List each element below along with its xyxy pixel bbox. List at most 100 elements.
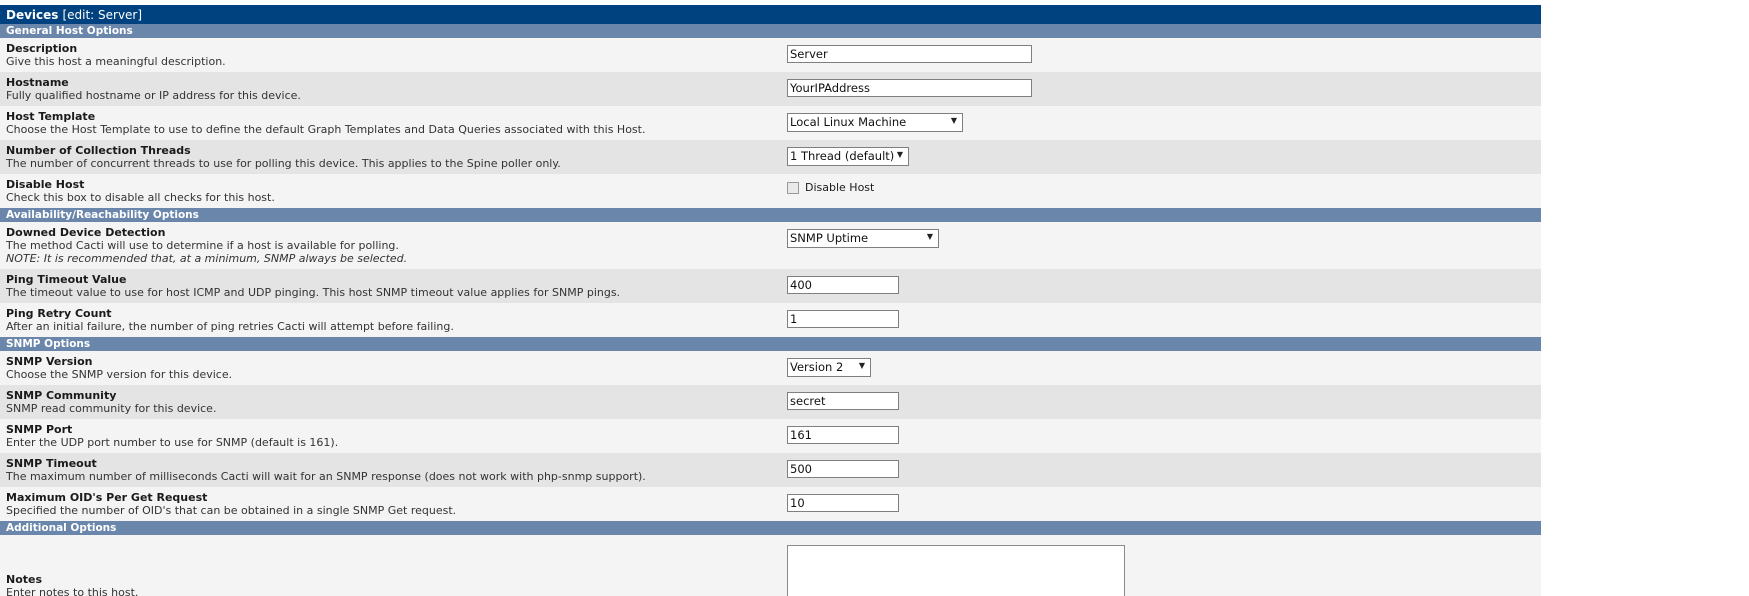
maximum-oids-input[interactable] [787, 494, 899, 512]
host-template-selectbox[interactable]: Local Linux Machine ▼ [787, 111, 963, 132]
form-row-hostname: Hostname Fully qualified hostname or IP … [0, 72, 1541, 106]
form-field-cell [787, 419, 1541, 448]
field-label-maximum-oids: Maximum OID's Per Get Request [6, 491, 208, 504]
field-label-hostname: Hostname [6, 76, 69, 89]
notes-textarea[interactable] [787, 545, 1125, 596]
form-field-cell [787, 487, 1541, 516]
field-desc-disable-host: Check this box to disable all checks for… [6, 191, 275, 204]
field-label-ping-retry-count: Ping Retry Count [6, 307, 112, 320]
form-field-cell [787, 453, 1541, 482]
field-label-description: Description [6, 42, 78, 55]
snmp-version-selectbox[interactable]: Version 2 ▼ [787, 356, 871, 377]
form-label-cell: Downed Device Detection The method Cacti… [0, 222, 787, 269]
form-label-cell: SNMP Port Enter the UDP port number to u… [0, 419, 787, 453]
form-row-notes: Notes Enter notes to this host. [0, 535, 1541, 596]
field-desc-maximum-oids: Specified the number of OID's that can b… [6, 504, 457, 517]
form-label-cell: Ping Timeout Value The timeout value to … [0, 269, 787, 303]
snmp-community-input[interactable] [787, 392, 899, 410]
form-label-cell: Disable Host Check this box to disable a… [0, 174, 787, 208]
form-field-cell: Disable Host [787, 174, 1541, 198]
form-field-cell: Version 2 ▼ [787, 351, 1541, 381]
ping-retry-count-input[interactable] [787, 310, 899, 328]
section-header-additional-options: Additional Options [0, 521, 1541, 535]
field-label-collection-threads: Number of Collection Threads [6, 144, 191, 157]
top-clipped-strip: p [0, 0, 1749, 5]
field-label-notes: Notes [6, 573, 43, 586]
form-label-cell: Hostname Fully qualified hostname or IP … [0, 72, 787, 106]
snmp-timeout-input[interactable] [787, 460, 899, 478]
disable-host-checkbox-wrap[interactable]: Disable Host [787, 179, 1541, 194]
form-label-cell: SNMP Timeout The maximum number of milli… [0, 453, 787, 487]
form-label-cell: SNMP Community SNMP read community for t… [0, 385, 787, 419]
field-desc-host-template: Choose the Host Template to use to defin… [6, 123, 646, 136]
field-desc-ping-timeout-value: The timeout value to use for host ICMP a… [6, 286, 621, 299]
form-label-cell: Notes Enter notes to this host. [0, 535, 787, 596]
collection-threads-selectbox[interactable]: 1 Thread (default) ▼ [787, 145, 909, 166]
form-row-maximum-oids-per-get-request: Maximum OID's Per Get Request Specified … [0, 487, 1541, 521]
form-row-ping-retry-count: Ping Retry Count After an initial failur… [0, 303, 1541, 337]
section-header-general-host-options: General Host Options [0, 24, 1541, 38]
form-label-cell: Number of Collection Threads The number … [0, 140, 787, 174]
field-desc-notes: Enter notes to this host. [6, 586, 139, 596]
field-label-downed-device-detection: Downed Device Detection [6, 226, 166, 239]
snmp-port-input[interactable] [787, 426, 899, 444]
downed-device-detection-select[interactable]: SNMP Uptime [787, 228, 939, 248]
form-field-cell: 1 Thread (default) ▼ [787, 140, 1541, 170]
form-row-snmp-timeout: SNMP Timeout The maximum number of milli… [0, 453, 1541, 487]
form-row-ping-timeout-value: Ping Timeout Value The timeout value to … [0, 269, 1541, 303]
form-row-collection-threads: Number of Collection Threads The number … [0, 140, 1541, 174]
field-label-snmp-community: SNMP Community [6, 389, 117, 402]
form-row-description: Description Give this host a meaningful … [0, 38, 1541, 72]
field-desc-snmp-timeout: The maximum number of milliseconds Cacti… [6, 470, 646, 483]
snmp-version-select[interactable]: Version 2 [787, 357, 871, 377]
page-title-bar: Devices [edit: Server] [0, 5, 1541, 24]
form-field-cell: SNMP Uptime ▼ [787, 222, 1541, 252]
device-form-table: Devices [edit: Server] General Host Opti… [0, 5, 1541, 596]
form-field-cell [787, 269, 1541, 298]
field-desc-description: Give this host a meaningful description. [6, 55, 226, 68]
form-row-snmp-version: SNMP Version Choose the SNMP version for… [0, 351, 1541, 385]
page-title: Devices [6, 7, 59, 22]
field-label-ping-timeout-value: Ping Timeout Value [6, 273, 127, 286]
collection-threads-select[interactable]: 1 Thread (default) [787, 146, 909, 166]
form-row-disable-host: Disable Host Check this box to disable a… [0, 174, 1541, 208]
form-label-cell: Host Template Choose the Host Template t… [0, 106, 787, 140]
section-header-snmp-options: SNMP Options [0, 337, 1541, 351]
field-label-disable-host: Disable Host [6, 178, 85, 191]
devices-edit-page: p Devices [edit: Server] General Host Op… [0, 0, 1749, 596]
field-desc-hostname: Fully qualified hostname or IP address f… [6, 89, 301, 102]
form-row-snmp-port: SNMP Port Enter the UDP port number to u… [0, 419, 1541, 453]
field-label-host-template: Host Template [6, 110, 96, 123]
disable-host-checkbox-label: Disable Host [805, 181, 875, 194]
form-label-cell: Description Give this host a meaningful … [0, 38, 787, 72]
field-desc-snmp-port: Enter the UDP port number to use for SNM… [6, 436, 339, 449]
description-input[interactable] [787, 45, 1032, 63]
downed-device-detection-selectbox[interactable]: SNMP Uptime ▼ [787, 227, 939, 248]
hostname-input[interactable] [787, 79, 1032, 97]
section-header-availability-reachability-options: Availability/Reachability Options [0, 208, 1541, 222]
form-field-cell [787, 385, 1541, 414]
field-label-snmp-port: SNMP Port [6, 423, 73, 436]
form-label-cell: Ping Retry Count After an initial failur… [0, 303, 787, 337]
form-label-cell: Maximum OID's Per Get Request Specified … [0, 487, 787, 521]
form-row-downed-device-detection: Downed Device Detection The method Cacti… [0, 222, 1541, 269]
field-desc-collection-threads: The number of concurrent threads to use … [6, 157, 561, 170]
form-field-cell [787, 38, 1541, 67]
field-desc-snmp-version: Choose the SNMP version for this device. [6, 368, 233, 381]
field-label-snmp-timeout: SNMP Timeout [6, 457, 97, 470]
field-label-snmp-version: SNMP Version [6, 355, 93, 368]
disable-host-checkbox[interactable] [787, 181, 799, 194]
field-desc-snmp-community: SNMP read community for this device. [6, 402, 217, 415]
page-title-context: [edit: Server] [62, 7, 143, 22]
ping-timeout-value-input[interactable] [787, 276, 899, 294]
form-field-cell [787, 72, 1541, 101]
form-field-cell [787, 535, 1541, 596]
field-desc-ping-retry-count: After an initial failure, the number of … [6, 320, 454, 333]
form-field-cell [787, 303, 1541, 332]
form-row-host-template: Host Template Choose the Host Template t… [0, 106, 1541, 140]
form-label-cell: SNMP Version Choose the SNMP version for… [0, 351, 787, 385]
form-field-cell: Local Linux Machine ▼ [787, 106, 1541, 136]
field-note-downed-device-detection: NOTE: It is recommended that, at a minim… [6, 252, 408, 265]
form-row-snmp-community: SNMP Community SNMP read community for t… [0, 385, 1541, 419]
host-template-select[interactable]: Local Linux Machine [787, 112, 963, 132]
